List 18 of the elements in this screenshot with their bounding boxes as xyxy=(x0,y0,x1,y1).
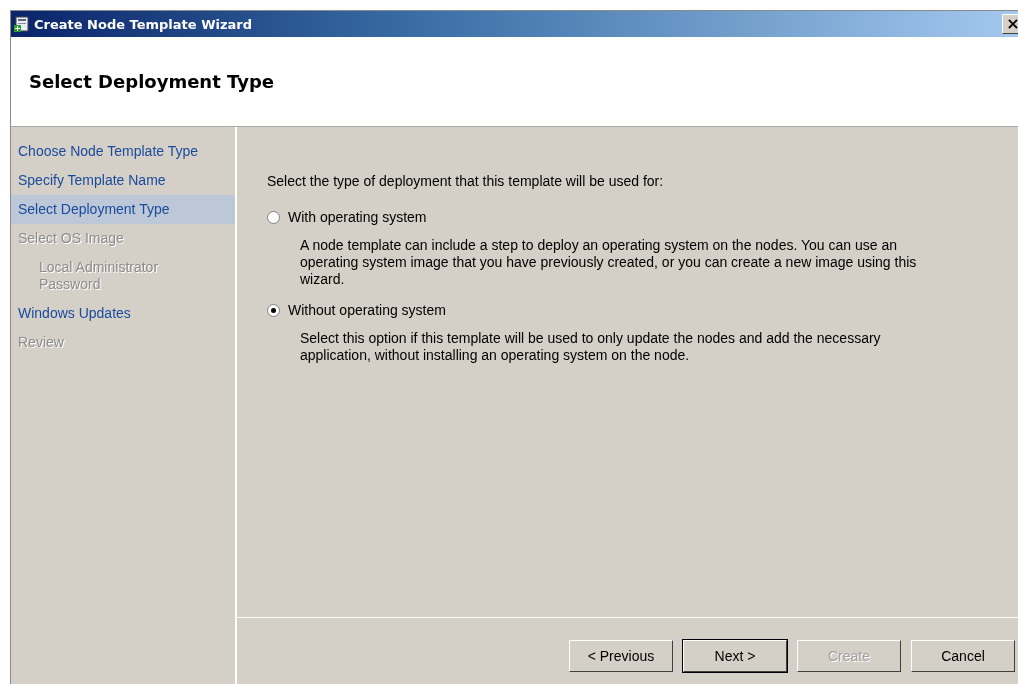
window-title: Create Node Template Wizard xyxy=(34,16,253,32)
option-label[interactable]: With operating system xyxy=(288,209,427,225)
close-button[interactable]: × xyxy=(1002,14,1018,34)
prompt-text: Select the type of deployment that this template will be used for: xyxy=(267,173,665,189)
radio-button[interactable] xyxy=(267,210,280,224)
step-link[interactable]: Choose Node Template Type xyxy=(11,137,235,166)
radio-button[interactable] xyxy=(267,303,280,317)
step-link[interactable]: Select Deployment Type xyxy=(11,195,235,224)
wizard-button[interactable]: Cancel xyxy=(911,640,1015,672)
step-link[interactable]: Windows Updates xyxy=(11,299,235,328)
wizard-button[interactable]: Next > xyxy=(683,640,787,672)
option-description: Select this option if this template will be used to only update the nodes and add the necessary application, without installing an operating system on the node. xyxy=(300,330,882,364)
step-link[interactable]: Specify Template Name xyxy=(11,166,235,195)
option-description: A node template can include a step to deploy an operating system on the nodes. You can use an operating system image that you have previously created, or you can create a new image using this wizard. xyxy=(300,237,918,288)
wizard-button[interactable]: < Previous xyxy=(569,640,673,672)
app-icon xyxy=(14,16,30,32)
option-label[interactable]: Without operating system xyxy=(288,302,446,318)
page-title: Select Deployment Type xyxy=(29,71,274,92)
